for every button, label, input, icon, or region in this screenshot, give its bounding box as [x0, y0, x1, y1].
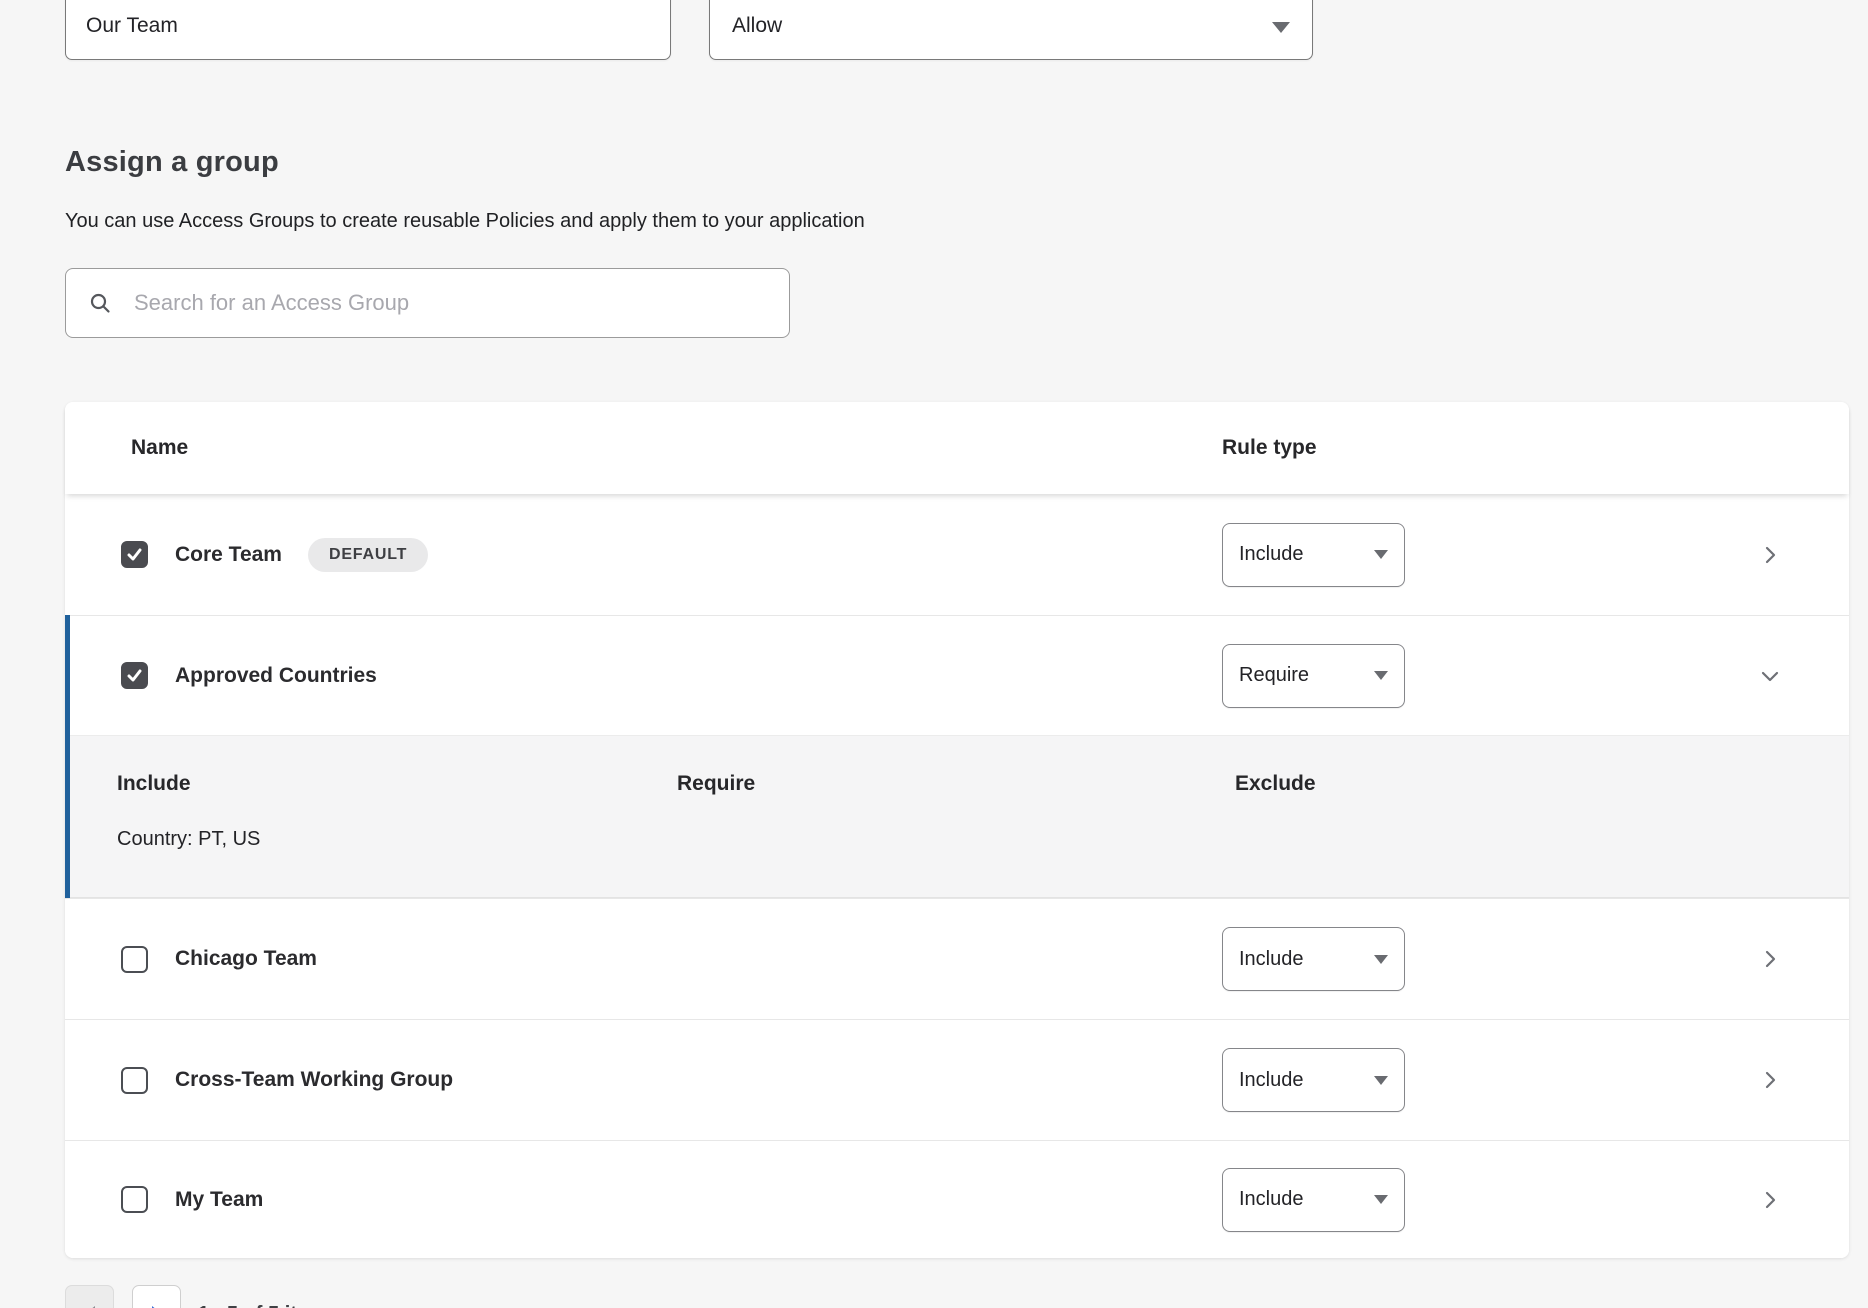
access-policy-page: Allow Assign a group You can use Access …	[0, 0, 1868, 1308]
access-groups-table: Name Rule type Core Team DEFAULT Include	[65, 402, 1849, 1258]
chevron-down-icon	[1760, 666, 1780, 686]
rule-type-value: Include	[1239, 1069, 1304, 1092]
next-page-button[interactable]	[132, 1285, 181, 1308]
search-icon	[88, 291, 112, 315]
column-header-name: Name	[131, 436, 188, 460]
table-row-selected: Approved Countries Require	[65, 615, 1849, 735]
chevron-down-icon	[1374, 1076, 1388, 1085]
group-name: Chicago Team	[175, 947, 317, 971]
rule-type-select[interactable]: Include	[1222, 523, 1405, 587]
chevron-right-icon	[1760, 1190, 1780, 1210]
row-checkbox[interactable]	[121, 1186, 148, 1213]
chevron-right-icon	[1760, 949, 1780, 969]
chevron-down-icon	[1374, 550, 1388, 559]
rule-type-select[interactable]: Require	[1222, 644, 1405, 708]
check-icon	[126, 546, 143, 563]
page-title: Assign a group	[65, 146, 279, 179]
rule-type-value: Include	[1239, 948, 1304, 971]
detail-require-header: Require	[677, 772, 755, 796]
table-header: Name Rule type	[65, 402, 1849, 494]
collapse-row-button[interactable]	[1755, 661, 1785, 691]
pagination-summary: 1 - 5 of 5 items	[198, 1303, 337, 1308]
access-group-search[interactable]	[65, 268, 790, 338]
group-name: My Team	[175, 1188, 263, 1212]
default-badge: DEFAULT	[308, 538, 428, 572]
rule-type-value: Include	[1239, 1188, 1304, 1211]
column-header-rule-type: Rule type	[1222, 436, 1317, 460]
action-select-value: Allow	[732, 14, 782, 38]
table-row: Chicago Team Include	[65, 898, 1849, 1019]
rule-type-value: Require	[1239, 664, 1309, 687]
table-row: Core Team DEFAULT Include	[65, 494, 1849, 615]
group-name: Core Team	[175, 543, 282, 567]
detail-exclude-header: Exclude	[1235, 772, 1316, 796]
table-row: Cross-Team Working Group Include	[65, 1019, 1849, 1140]
expand-row-button[interactable]	[1755, 1065, 1785, 1095]
section-description: You can use Access Groups to create reus…	[65, 210, 865, 233]
row-checkbox[interactable]	[121, 1067, 148, 1094]
action-select[interactable]: Allow	[709, 0, 1313, 60]
group-detail-panel: Include Require Exclude Country: PT, US	[65, 735, 1849, 898]
group-name: Cross-Team Working Group	[175, 1068, 453, 1092]
policy-name-input[interactable]	[86, 14, 650, 38]
previous-page-button[interactable]	[65, 1285, 114, 1308]
chevron-down-icon	[1374, 955, 1388, 964]
expand-row-button[interactable]	[1755, 1185, 1785, 1215]
detail-include-value: Country: PT, US	[117, 828, 260, 851]
table-row: My Team Include	[65, 1140, 1849, 1258]
pagination: 1 - 5 of 5 items	[65, 1285, 337, 1308]
row-checkbox[interactable]	[121, 946, 148, 973]
chevron-down-icon	[1272, 22, 1290, 33]
search-input[interactable]	[134, 290, 771, 316]
rule-type-select[interactable]: Include	[1222, 927, 1405, 991]
selected-row-accent	[65, 615, 70, 898]
rule-type-select[interactable]: Include	[1222, 1048, 1405, 1112]
row-checkbox[interactable]	[121, 662, 148, 689]
chevron-right-icon	[1760, 1070, 1780, 1090]
rule-type-value: Include	[1239, 543, 1304, 566]
chevron-down-icon	[1374, 1195, 1388, 1204]
check-icon	[126, 667, 143, 684]
policy-name-field[interactable]	[65, 0, 671, 60]
rule-type-select[interactable]: Include	[1222, 1168, 1405, 1232]
detail-include-header: Include	[117, 772, 191, 796]
expand-row-button[interactable]	[1755, 944, 1785, 974]
chevron-down-icon	[1374, 671, 1388, 680]
expand-row-button[interactable]	[1755, 540, 1785, 570]
chevron-right-icon	[1760, 545, 1780, 565]
group-name: Approved Countries	[175, 664, 377, 688]
row-checkbox[interactable]	[121, 541, 148, 568]
